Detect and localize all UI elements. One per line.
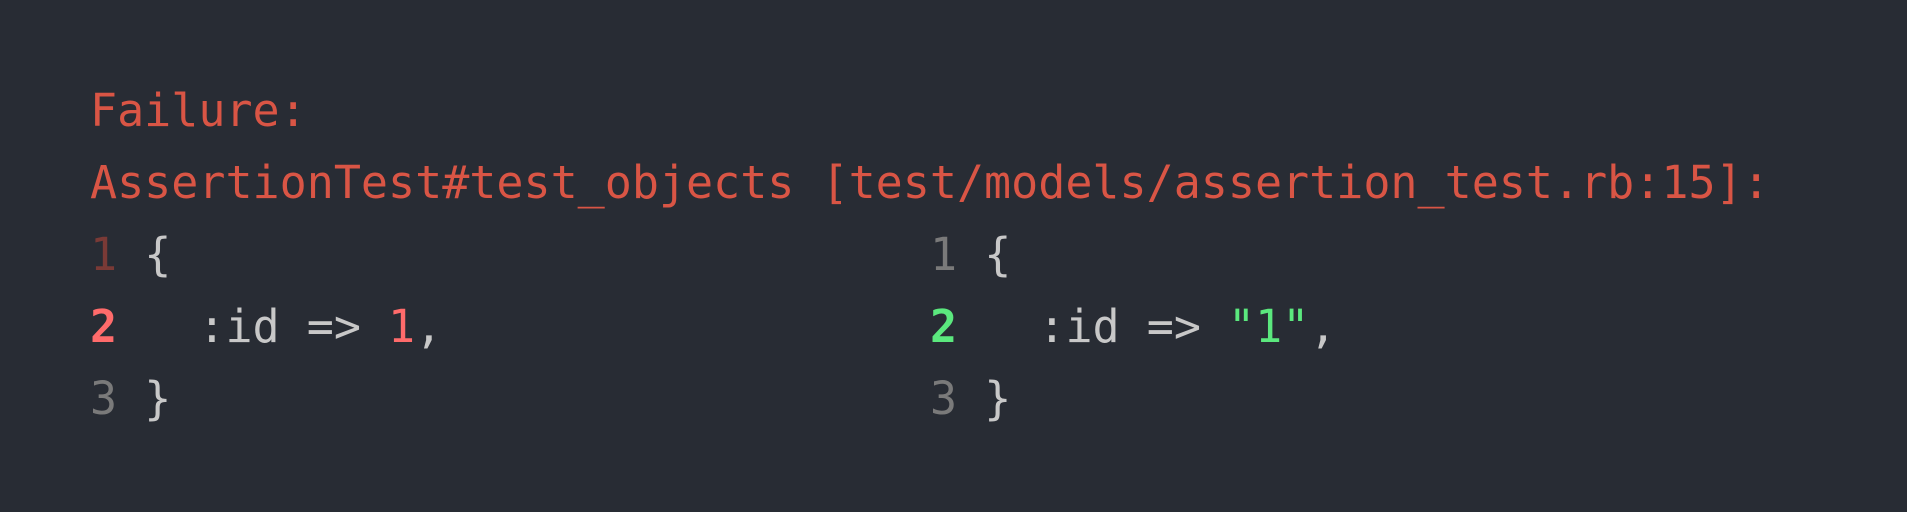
code-text: } xyxy=(144,372,172,425)
code-prefix: :id => xyxy=(144,300,389,353)
left-diff-line-2: 2 :id => 1, xyxy=(90,291,442,363)
line-number: 1 xyxy=(930,228,958,281)
code-suffix: , xyxy=(1309,300,1337,353)
line-number: 3 xyxy=(90,372,118,425)
code-text: { xyxy=(984,228,1012,281)
line-number: 1 xyxy=(90,228,118,281)
code-text: { xyxy=(144,228,172,281)
terminal-output: { "header": { "failure_label": "Failure:… xyxy=(0,0,1907,512)
code-prefix: :id => xyxy=(984,300,1229,353)
line-number: 2 xyxy=(90,300,118,353)
line-number: 3 xyxy=(930,372,958,425)
failure-label: Failure: xyxy=(90,84,307,137)
right-diff-line-1: 1 { xyxy=(930,219,1011,291)
test-location: AssertionTest#test_objects [test/models/… xyxy=(90,156,1770,209)
code-suffix: , xyxy=(415,300,443,353)
left-diff-line-3: 3 } xyxy=(90,363,171,435)
line-number: 2 xyxy=(930,300,958,353)
right-diff-line-3: 3 } xyxy=(930,363,1011,435)
right-diff-line-2: 2 :id => "1", xyxy=(930,291,1336,363)
removed-value: 1 xyxy=(388,300,416,353)
added-value: "1" xyxy=(1228,300,1310,353)
code-text: } xyxy=(984,372,1012,425)
left-diff-line-1: 1 { xyxy=(90,219,171,291)
